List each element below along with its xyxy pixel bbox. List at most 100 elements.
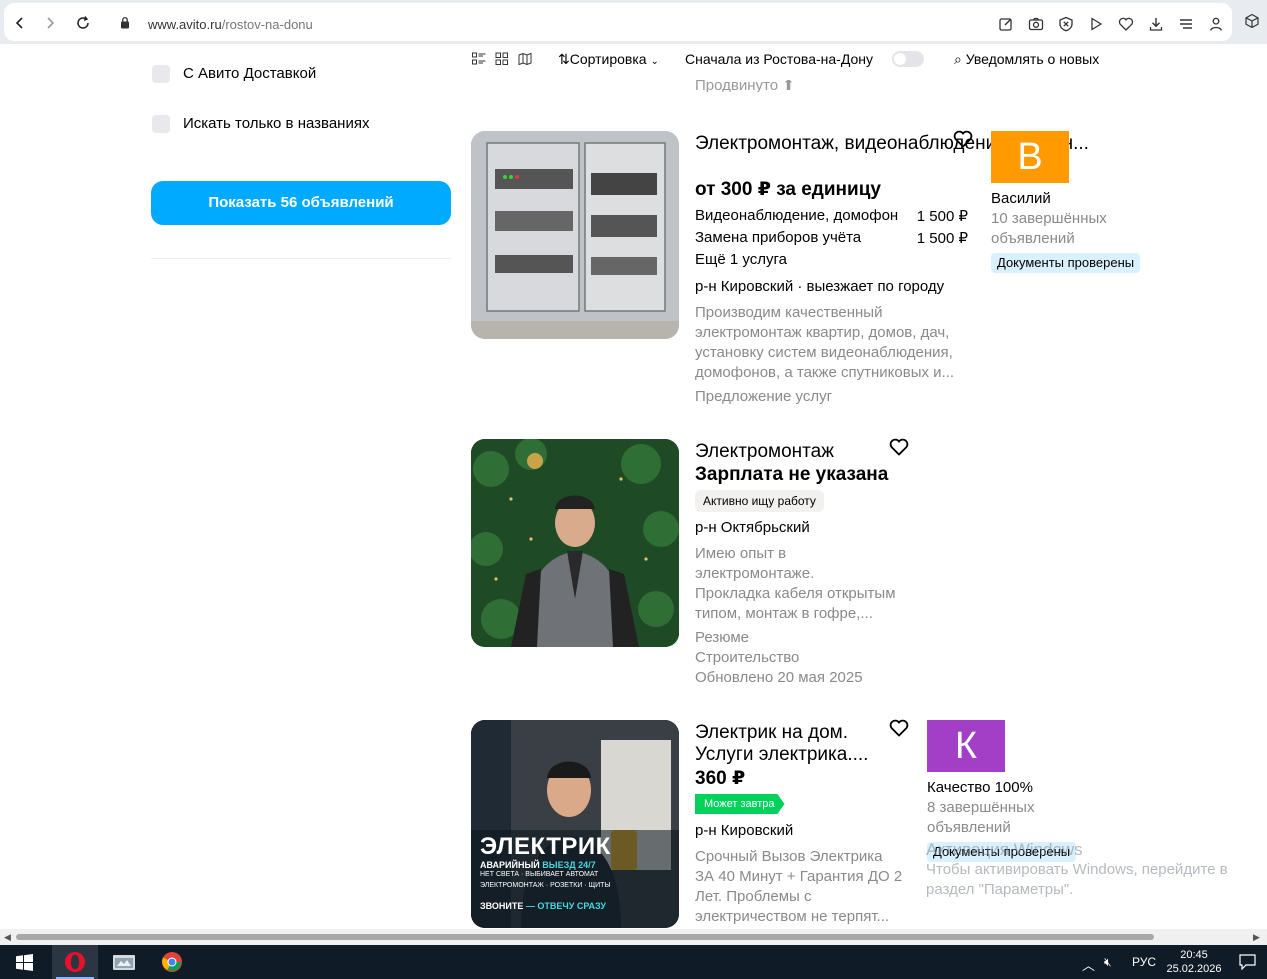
seller-3-name[interactable]: Качество 100% — [927, 779, 1033, 796]
list-view-icon[interactable] — [472, 52, 486, 66]
seller-1-avatar[interactable]: В — [991, 131, 1069, 183]
notify-button[interactable]: ⌕ Уведомлять о новых — [954, 51, 1099, 68]
listing-2-status-badge: Активно ищу работу — [695, 490, 824, 512]
notifications-icon[interactable] — [1239, 954, 1256, 970]
seller-3-avatar[interactable]: К — [927, 720, 1005, 772]
sort-dropdown[interactable]: ⇅Сортировка ⌄ — [558, 51, 659, 68]
sort-label: Сортировка — [569, 51, 647, 67]
url-host: www.avito.ru — [148, 17, 222, 32]
edit-icon[interactable] — [998, 16, 1014, 32]
seller-stats-line: 10 завершённых — [991, 210, 1107, 227]
chrome-icon[interactable] — [161, 951, 183, 973]
seller-stats-line: 8 завершённых — [927, 799, 1035, 816]
listing-3-description: Срочный Вызов Электрика ЗА 40 Минут + Га… — [695, 847, 902, 927]
rostov-first-toggle[interactable] — [892, 51, 924, 67]
lock-icon — [121, 16, 129, 29]
notify-label: Уведомлять о новых — [965, 51, 1100, 67]
promo-line-1b: ВЫЕЗД 24/7 — [542, 860, 596, 870]
promo-line-1: АВАРИЙНЫЙ ВЫЕЗД 24/7 — [480, 860, 596, 870]
description-line: электромонтаж квартир, домов, дач, — [695, 324, 950, 341]
listing-2-salary: Зарплата не указана — [695, 464, 889, 485]
electric-panel-photo — [471, 131, 679, 339]
titles-only-checkbox[interactable] — [152, 115, 170, 133]
reload-icon[interactable] — [75, 15, 91, 31]
delivery-checkbox[interactable] — [152, 65, 170, 83]
description-line: установку систем видеонаблюдения, — [695, 344, 953, 361]
description-line: Срочный Вызов Электрика — [695, 848, 883, 865]
service-1-name: Видеонаблюдение, домофон — [695, 207, 899, 224]
listing-1-description: Производим качественный электромонтаж кв… — [695, 303, 954, 383]
windows-activation-watermark: Активация Windows Чтобы активировать Win… — [926, 840, 1228, 900]
listing-1-service-1: Видеонаблюдение, домофон 1 500 ₽ — [695, 207, 968, 225]
service-2-price: 1 500 ₽ — [916, 230, 968, 247]
listing-2-favorite-icon[interactable] — [889, 438, 909, 456]
description-line: электромонтаже. — [695, 565, 815, 582]
listing-2-location: р-н Октябрьский — [695, 519, 810, 536]
browser-toolbar: www.avito.ru/rostov-na-donu — [0, 0, 1267, 44]
listing-2-image[interactable] — [471, 439, 679, 647]
seller-stats-line: объявлений — [991, 230, 1075, 247]
clock-date: 25.02.2026 — [1166, 963, 1222, 975]
camera-icon[interactable] — [1028, 16, 1044, 32]
opera-taskbar-item[interactable] — [52, 945, 98, 979]
watermark-line: Чтобы активировать Windows, перейдите в — [926, 861, 1228, 878]
listing-1-price: от 300 ₽ за единицу — [695, 179, 881, 200]
search-bell-icon: ⌕ — [954, 51, 962, 67]
listing-3-image[interactable]: ЭЛЕКТРИК АВАРИЙНЫЙ ВЫЕЗД 24/7 НЕТ СВЕТА … — [471, 720, 679, 928]
listing-3-location: р-н Кировский — [695, 822, 794, 839]
results-toolbar: ⇅Сортировка ⌄ Сначала из Ростова-на-Дону… — [462, 44, 1267, 76]
seller-3-stats: 8 завершённых объявлений — [927, 798, 1034, 838]
volume-muted-icon[interactable]: 🔇︎ — [1104, 955, 1112, 970]
menu-icon[interactable] — [1178, 16, 1194, 32]
tray-chevron-up-icon[interactable]: ︿ — [1082, 955, 1095, 974]
sort-icon: ⇅ — [558, 51, 570, 67]
watermark-title: Активация Windows — [926, 840, 1083, 859]
titles-only-label[interactable]: Искать только в названиях — [183, 115, 369, 132]
listing-3-price: 360 ₽ — [695, 768, 746, 789]
promo-line-2: НЕТ СВЕТА · ВЫБИВАЕТ АВТОМАТ — [480, 871, 599, 878]
promo-cta-a: ЗВОНИТЕ — [480, 901, 524, 911]
windows-start-icon[interactable] — [16, 954, 33, 971]
horizontal-scrollbar[interactable]: ◀ ▶ — [0, 929, 1267, 945]
listing-3-favorite-icon[interactable] — [889, 719, 909, 737]
meta-line: Строительство — [695, 649, 800, 666]
download-icon[interactable] — [1148, 16, 1164, 32]
back-icon[interactable] — [12, 15, 28, 31]
page-content: С Авито Доставкой Искать только в назван… — [0, 44, 1267, 929]
description-line: Имею опыт в — [695, 545, 787, 562]
profile-icon[interactable] — [1208, 16, 1224, 32]
promo-cta: ЗВОНИТЕ — ОТВЕЧУ СРАЗУ — [480, 901, 606, 911]
promo-line-3: ЭЛЕКТРОМОНТАЖ · РОЗЕТКИ · ЩИТЫ — [480, 882, 611, 889]
seller-1-docs-badge: Документы проверены — [991, 253, 1141, 273]
listing-1-category: Предложение услуг — [695, 388, 833, 405]
language-indicator[interactable]: РУС — [1132, 955, 1156, 969]
scroll-right-icon[interactable]: ▶ — [1253, 932, 1260, 943]
promo-line-1a: АВАРИЙНЫЙ — [480, 860, 540, 870]
listing-1-more-services[interactable]: Ещё 1 услуга — [695, 251, 787, 268]
listing-3-title[interactable]: Электрик на дом. Услуги электрика.... — [695, 722, 868, 766]
scrollbar-thumb[interactable] — [16, 934, 1154, 940]
chevron-down-icon: ⌄ — [650, 56, 659, 67]
meta-line: Резюме — [695, 629, 749, 646]
seller-1-stats: 10 завершённых объявлений — [991, 209, 1107, 249]
delivery-label[interactable]: С Авито Доставкой — [183, 65, 316, 82]
worker-photo — [471, 439, 679, 647]
map-view-icon[interactable] — [518, 52, 532, 66]
url-text[interactable]: www.avito.ru/rostov-na-donu — [148, 17, 313, 32]
forward-icon[interactable] — [42, 15, 58, 31]
heart-icon[interactable] — [1118, 16, 1134, 32]
show-results-button[interactable]: Показать 56 объявлений — [151, 181, 451, 225]
seller-1-name[interactable]: Василий — [991, 190, 1051, 207]
title-line: Услуги электрика.... — [695, 744, 869, 765]
listing-1-favorite-icon[interactable] — [953, 130, 973, 148]
grid-view-icon[interactable] — [495, 52, 509, 66]
taskbar-clock[interactable]: 20:45 25.02.2026 — [1166, 948, 1222, 976]
shield-icon[interactable] — [1058, 16, 1074, 32]
listing-1-image[interactable] — [471, 131, 679, 339]
file-explorer-icon[interactable] — [112, 952, 136, 972]
extensions-icon[interactable] — [1244, 13, 1260, 29]
scroll-left-icon[interactable]: ◀ — [4, 932, 11, 943]
play-icon[interactable] — [1088, 16, 1104, 32]
listing-2-title[interactable]: Электромонтаж — [695, 441, 834, 463]
description-line: домофонов, а также спутниковых и... — [695, 364, 955, 381]
